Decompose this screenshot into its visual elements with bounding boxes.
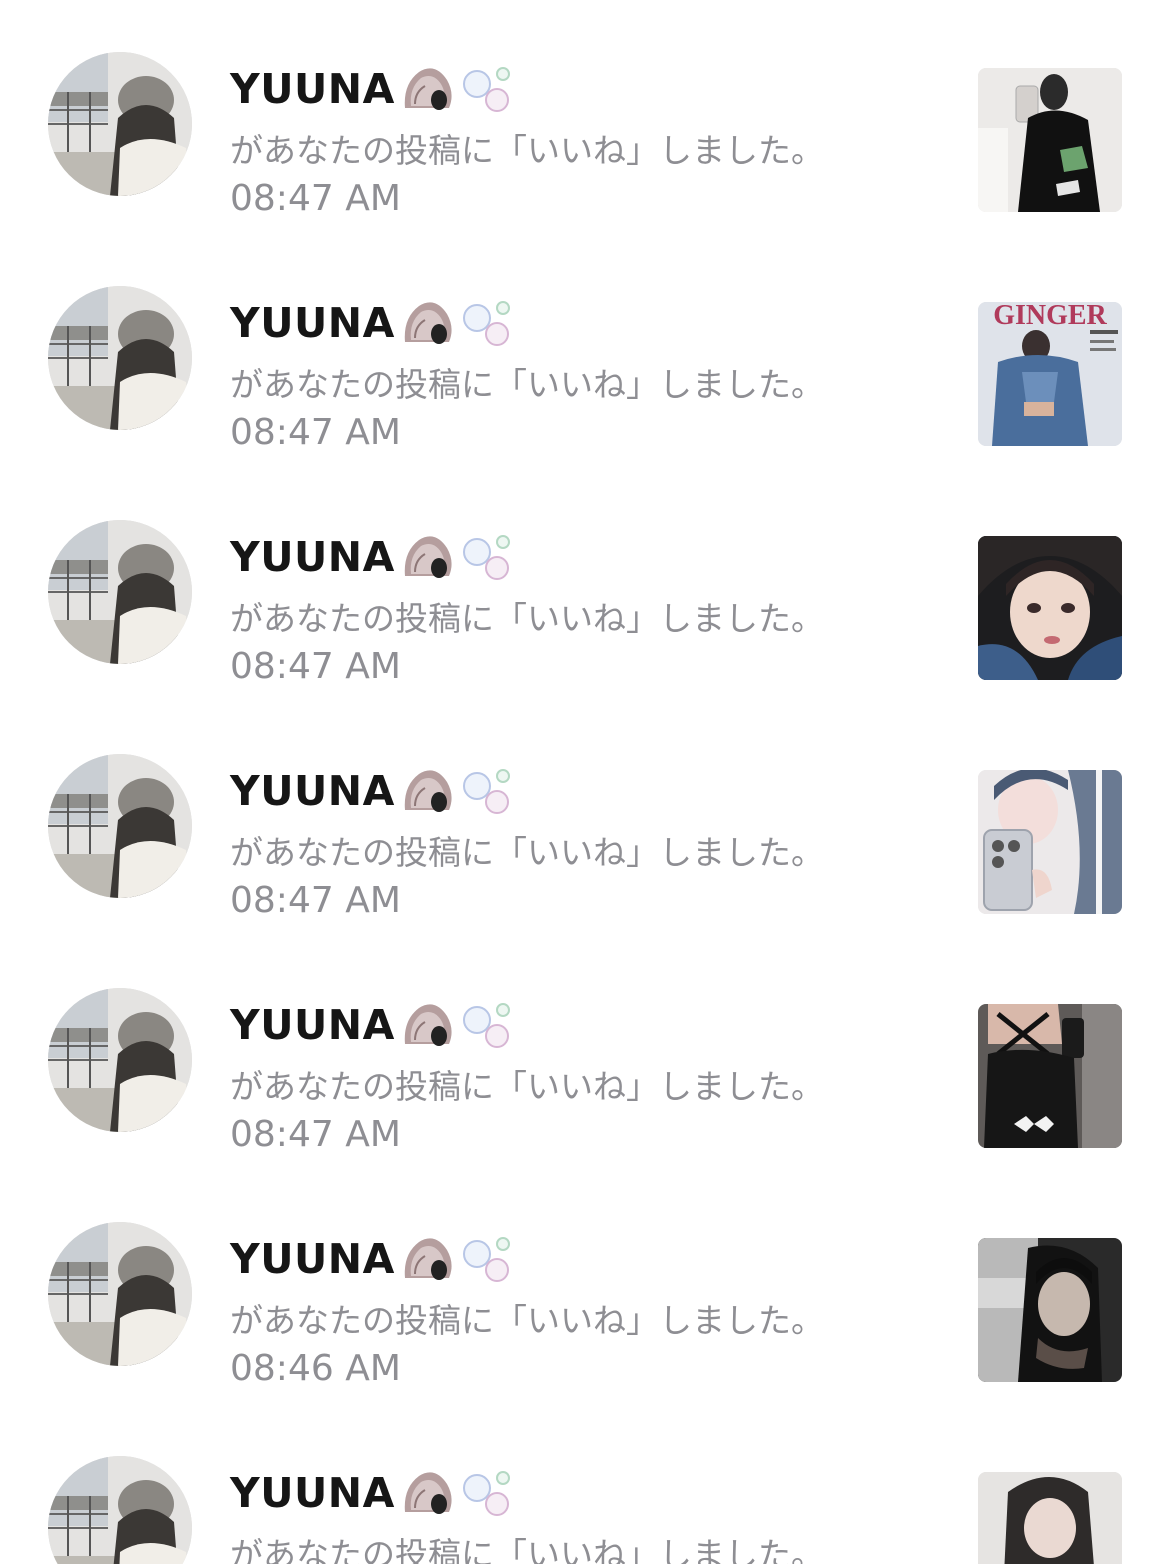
- notification-row[interactable]: YUUNA があなたの投稿に「いいね」しました。 08:47 AM: [0, 0, 1170, 234]
- notification-list: YUUNA があなたの投稿に「いいね」しました。 08:47 AM YUUNA …: [0, 0, 1170, 1564]
- notification-message: があなたの投稿に「いいね」しました。: [230, 131, 824, 170]
- spiral-shell-emoji: [399, 298, 455, 348]
- bubbles-emoji: [459, 532, 515, 582]
- bubbles-emoji: [459, 1468, 515, 1518]
- magazine-title: GINGER: [993, 302, 1107, 331]
- bubbles-emoji: [459, 64, 515, 114]
- avatar[interactable]: [48, 286, 192, 430]
- post-thumbnail[interactable]: [978, 1004, 1122, 1148]
- bubbles-emoji: [459, 1000, 515, 1050]
- post-thumbnail[interactable]: [978, 1238, 1122, 1382]
- spiral-shell-emoji: [399, 1468, 455, 1518]
- post-thumbnail[interactable]: [978, 536, 1122, 680]
- bubbles-emoji: [459, 298, 515, 348]
- timestamp: 08:47 AM: [230, 178, 401, 219]
- avatar[interactable]: [48, 988, 192, 1132]
- notification-message: があなたの投稿に「いいね」しました。: [230, 599, 824, 638]
- notification-row[interactable]: YUUNA があなたの投稿に「いいね」しました。 08:46 AM: [0, 1170, 1170, 1404]
- bubbles-emoji: [459, 1234, 515, 1284]
- notification-row[interactable]: YUUNA があなたの投稿に「いいね」しました。: [0, 1404, 1170, 1564]
- timestamp: 08:47 AM: [230, 1114, 401, 1155]
- spiral-shell-emoji: [399, 1000, 455, 1050]
- spiral-shell-emoji: [399, 766, 455, 816]
- spiral-shell-emoji: [399, 1234, 455, 1284]
- spiral-shell-emoji: [399, 532, 455, 582]
- notification-message: があなたの投稿に「いいね」しました。: [230, 833, 824, 872]
- avatar[interactable]: [48, 754, 192, 898]
- bubbles-emoji: [459, 766, 515, 816]
- notification-message: があなたの投稿に「いいね」しました。: [230, 365, 824, 404]
- timestamp: 08:47 AM: [230, 880, 401, 921]
- avatar[interactable]: [48, 1456, 192, 1564]
- username[interactable]: YUUNA: [230, 1000, 515, 1050]
- notification-message: があなたの投稿に「いいね」しました。: [230, 1535, 824, 1564]
- username[interactable]: YUUNA: [230, 64, 515, 114]
- timestamp: 08:46 AM: [230, 1348, 401, 1389]
- post-thumbnail[interactable]: [978, 1472, 1122, 1564]
- post-thumbnail[interactable]: [978, 770, 1122, 914]
- username[interactable]: YUUNA: [230, 1234, 515, 1284]
- post-thumbnail[interactable]: GINGER: [978, 302, 1122, 446]
- post-thumbnail[interactable]: [978, 68, 1122, 212]
- avatar[interactable]: [48, 520, 192, 664]
- username[interactable]: YUUNA: [230, 298, 515, 348]
- timestamp: 08:47 AM: [230, 646, 401, 687]
- avatar[interactable]: [48, 52, 192, 196]
- username[interactable]: YUUNA: [230, 1468, 515, 1518]
- username[interactable]: YUUNA: [230, 766, 515, 816]
- notification-message: があなたの投稿に「いいね」しました。: [230, 1067, 824, 1106]
- notification-row[interactable]: YUUNA があなたの投稿に「いいね」しました。 08:47 AM: [0, 234, 1170, 468]
- notification-row[interactable]: YUUNA があなたの投稿に「いいね」しました。 08:47 AM: [0, 468, 1170, 702]
- spiral-shell-emoji: [399, 64, 455, 114]
- timestamp: 08:47 AM: [230, 412, 401, 453]
- notification-message: があなたの投稿に「いいね」しました。: [230, 1301, 824, 1340]
- username[interactable]: YUUNA: [230, 532, 515, 582]
- notification-row[interactable]: YUUNA があなたの投稿に「いいね」しました。 08:47 AM: [0, 936, 1170, 1170]
- avatar[interactable]: [48, 1222, 192, 1366]
- notification-row[interactable]: YUUNA があなたの投稿に「いいね」しました。 08:47 AM: [0, 702, 1170, 936]
